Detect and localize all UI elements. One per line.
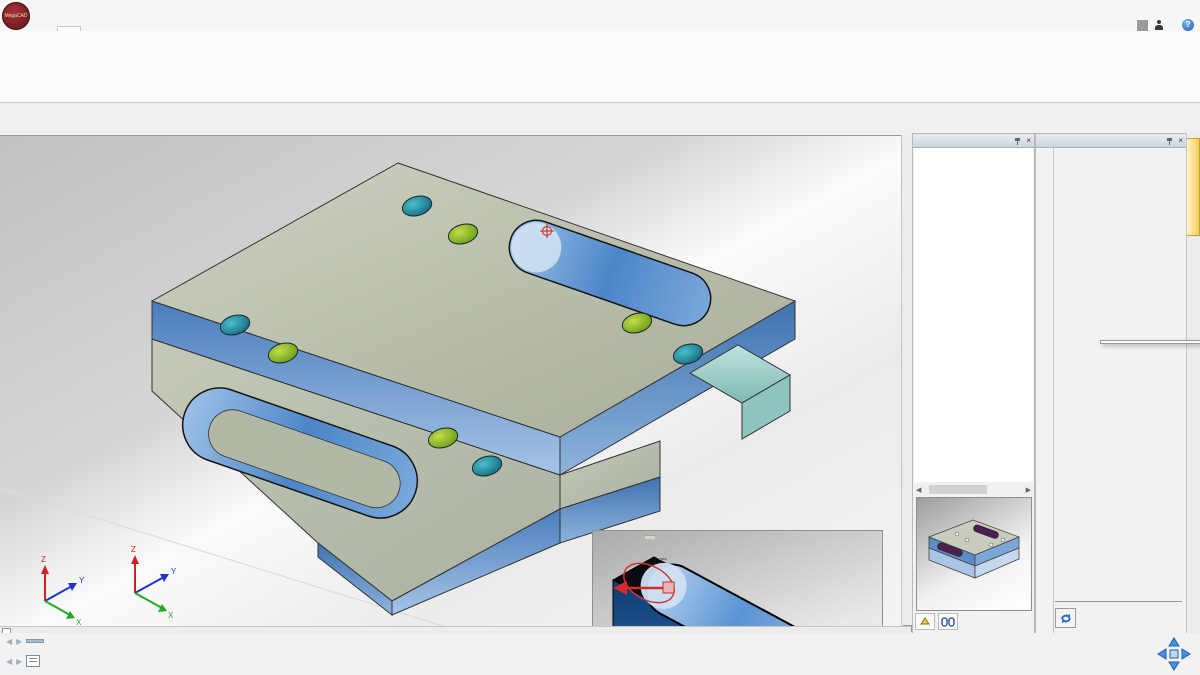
scroll-left-icon[interactable]: ◀ [914, 486, 923, 494]
viewport-vscrollbar[interactable] [901, 135, 912, 633]
pin-icon[interactable] [1166, 137, 1174, 145]
prev-sheet-icon[interactable]: ◀ [6, 657, 12, 666]
tree-hscrollbar[interactable]: ◀ ▶ [914, 484, 1033, 495]
context-menu [1100, 340, 1200, 344]
tree-tab-views[interactable] [938, 613, 958, 630]
title-bar [0, 0, 1200, 14]
insert-panel-header: × [1036, 134, 1186, 148]
refresh-button[interactable] [1055, 608, 1076, 628]
tree-tab-structure[interactable] [915, 613, 935, 630]
megacad-window: MegaCAD ? [0, 0, 1200, 675]
ribbon [0, 31, 1200, 103]
coord-z-value [650, 538, 655, 539]
pin-icon[interactable] [1014, 137, 1022, 145]
baugruppen-einfuegen-tab[interactable] [1187, 138, 1200, 236]
svg-text:X: X [168, 611, 174, 620]
coordinate-tooltip [645, 535, 655, 539]
scroll-thumb[interactable] [929, 485, 987, 494]
bearbeitung-einfuegen-panel: × [1035, 133, 1187, 635]
account-icon[interactable] [1154, 20, 1164, 30]
svg-text:Y: Y [171, 567, 177, 576]
bearbeitungen-panel-header: × [913, 134, 1034, 148]
sheet-list-icon[interactable] [26, 655, 40, 667]
status-bar: ◀ ▶ ◀ ▶ [0, 633, 1200, 675]
next-model-icon[interactable]: ▶ [16, 637, 22, 646]
svg-text:Z: Z [41, 555, 46, 564]
ribbon-tab-row: MegaCAD ? [0, 14, 1200, 32]
model-preview-thumbnail [917, 498, 1029, 608]
prev-model-icon[interactable]: ◀ [6, 637, 12, 646]
panel-close-icon[interactable]: × [1178, 136, 1183, 145]
insert-category-tabs [1036, 148, 1054, 634]
toolbar-row-1 [0, 103, 1200, 118]
svg-text:Z: Z [131, 545, 136, 554]
model-area-tab[interactable] [26, 639, 44, 643]
sheet-tab[interactable] [44, 660, 52, 662]
theme-square-icon[interactable] [1137, 20, 1148, 31]
scroll-right-icon[interactable]: ▶ [1024, 486, 1033, 494]
inset-model [593, 531, 880, 627]
megacad-logo-icon[interactable]: MegaCAD [2, 2, 30, 30]
detail-inset-window[interactable] [592, 530, 883, 627]
panel-close-icon[interactable]: × [1026, 136, 1031, 145]
snap-label [659, 558, 667, 560]
toolbar-row-2 [0, 119, 1200, 134]
viewport-3d[interactable]: ZYX ZYX [0, 135, 901, 627]
bearbeitungen-panel: × ◀ ▶ [912, 133, 1035, 635]
pan-navigation-icon[interactable] [1156, 636, 1192, 674]
quick-help-icon[interactable]: ? [1182, 19, 1194, 31]
model-preview-pane[interactable] [916, 497, 1032, 611]
feature-tree [914, 148, 1033, 482]
svg-text:Y: Y [79, 576, 85, 585]
next-sheet-icon[interactable]: ▶ [16, 657, 22, 666]
